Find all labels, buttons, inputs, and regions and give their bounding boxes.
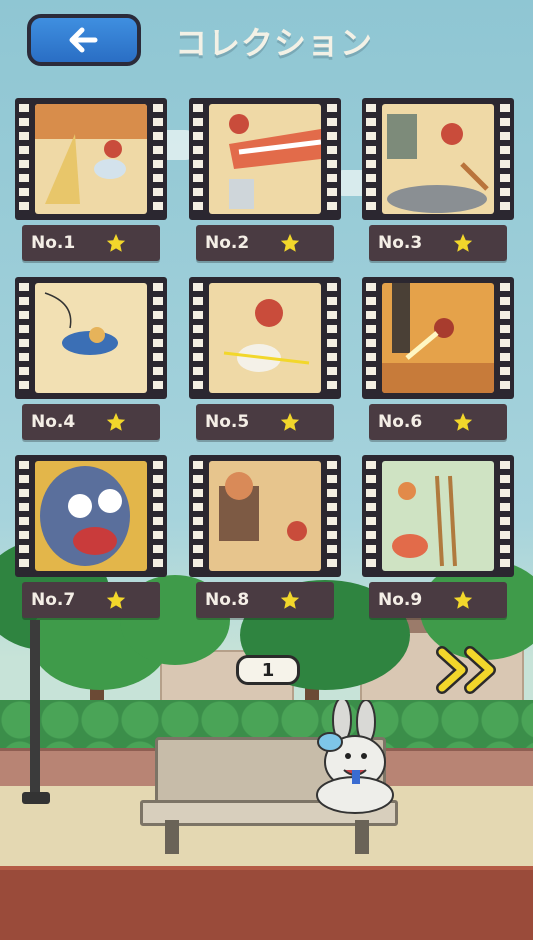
card-number: No.5 bbox=[205, 412, 250, 432]
card-number: No.3 bbox=[378, 233, 423, 253]
star-icon bbox=[106, 590, 126, 609]
card-number: No.6 bbox=[378, 412, 423, 432]
page-title: コレクション bbox=[175, 24, 374, 62]
comic-thumbnail bbox=[382, 104, 494, 214]
rabbit-character bbox=[316, 700, 394, 814]
film-frame bbox=[15, 455, 167, 577]
comic-thumbnail bbox=[209, 283, 321, 393]
comic-thumbnail bbox=[35, 283, 147, 393]
comic-thumbnail bbox=[35, 104, 147, 214]
next-page-button[interactable] bbox=[436, 646, 506, 694]
card-label: No.5 bbox=[196, 404, 334, 440]
card-label: No.6 bbox=[369, 404, 507, 440]
film-frame bbox=[189, 98, 341, 220]
film-frame bbox=[189, 455, 341, 577]
page-indicator: 1 bbox=[236, 655, 300, 685]
card-label: No.1 bbox=[22, 225, 160, 261]
card-label: No.9 bbox=[369, 582, 507, 618]
film-frame bbox=[362, 98, 514, 220]
comic-thumbnail bbox=[382, 461, 494, 571]
star-icon bbox=[106, 233, 126, 252]
film-frame bbox=[15, 98, 167, 220]
back-button[interactable] bbox=[27, 14, 141, 66]
card-label: No.4 bbox=[22, 404, 160, 440]
card-number: No.9 bbox=[378, 590, 423, 610]
card-label: No.7 bbox=[22, 582, 160, 618]
arrow-left-icon bbox=[69, 27, 98, 53]
comic-thumbnail bbox=[35, 461, 147, 571]
comic-thumbnail bbox=[209, 104, 321, 214]
card-number: No.1 bbox=[31, 233, 76, 253]
film-frame bbox=[15, 277, 167, 399]
film-frame bbox=[362, 455, 514, 577]
card-label: No.3 bbox=[369, 225, 507, 261]
star-icon bbox=[453, 412, 473, 431]
card-label: No.2 bbox=[196, 225, 334, 261]
star-icon bbox=[106, 412, 126, 431]
star-icon bbox=[280, 590, 300, 609]
comic-thumbnail bbox=[382, 283, 494, 393]
star-icon bbox=[453, 233, 473, 252]
card-label: No.8 bbox=[196, 582, 334, 618]
comic-thumbnail bbox=[209, 461, 321, 571]
star-icon bbox=[280, 412, 300, 431]
star-icon bbox=[453, 590, 473, 609]
card-number: No.7 bbox=[31, 590, 76, 610]
star-icon bbox=[280, 233, 300, 252]
film-frame bbox=[362, 277, 514, 399]
card-number: No.2 bbox=[205, 233, 250, 253]
header-bar: コレクション bbox=[0, 0, 533, 80]
card-number: No.4 bbox=[31, 412, 76, 432]
film-frame bbox=[189, 277, 341, 399]
card-number: No.8 bbox=[205, 590, 250, 610]
double-chevron-right-icon bbox=[436, 646, 496, 694]
